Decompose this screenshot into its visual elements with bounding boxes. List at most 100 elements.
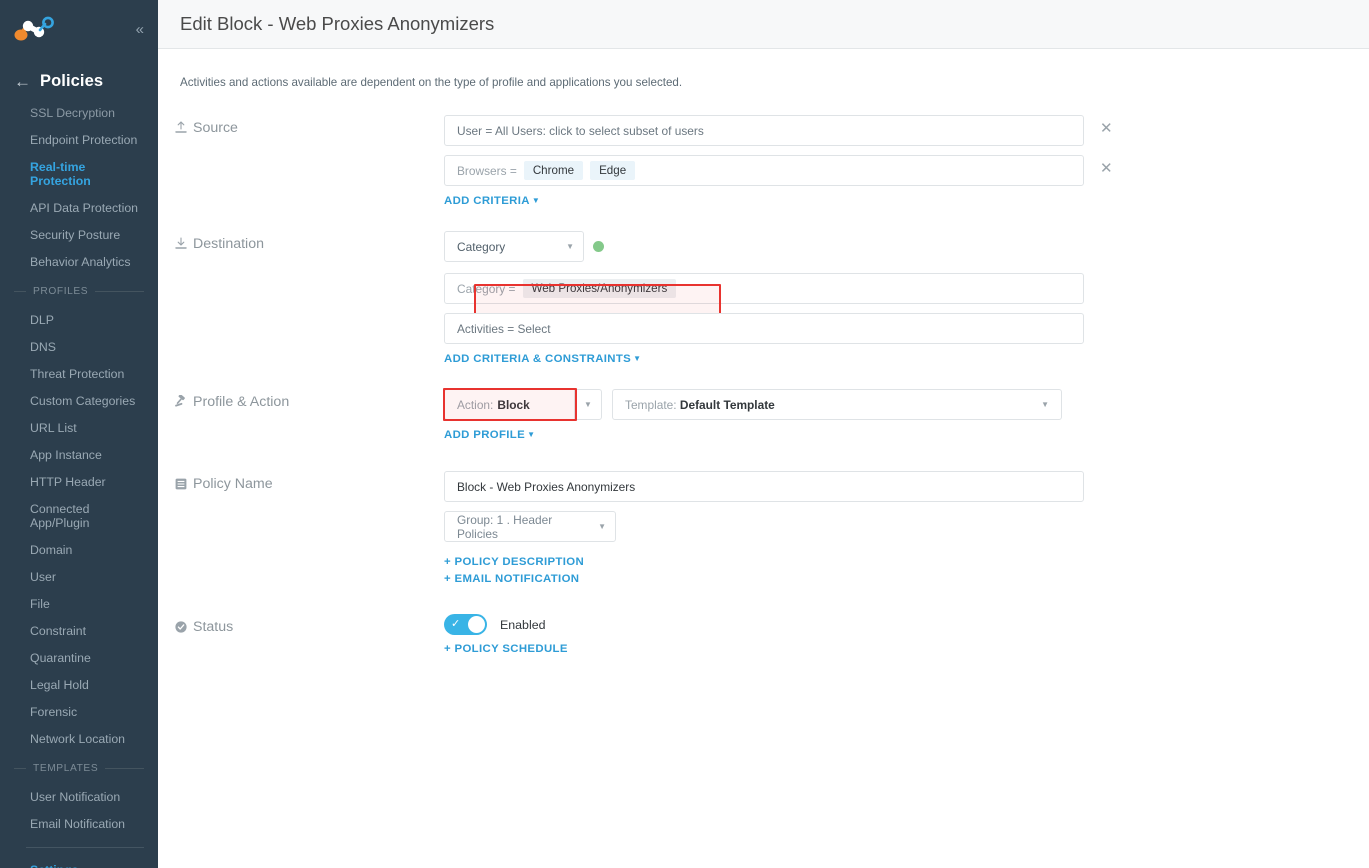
sidebar-item-behavior-analytics[interactable]: Behavior Analytics — [0, 248, 158, 275]
destination-type-select[interactable]: Category ▼ — [444, 231, 584, 262]
sidebar-item-label: File — [30, 596, 50, 611]
sidebar-item-label: Email Notification — [30, 816, 125, 831]
sidebar-group-label: TEMPLATES — [33, 763, 99, 774]
download-icon — [174, 236, 187, 251]
sidebar-item-label: HTTP Header — [30, 474, 106, 489]
sidebar-item-label: User Notification — [30, 789, 121, 804]
chevron-down-icon: ▼ — [633, 354, 642, 364]
sidebar-item-user-notification[interactable]: User Notification — [0, 783, 158, 810]
destination-fields: Category ▼ Category = Web Proxies/Anonym… — [444, 231, 1369, 367]
policy-group-value: Group: 1 . Header Policies — [457, 512, 553, 541]
chevron-down-icon: ▼ — [1041, 400, 1049, 409]
policy-name-fields: Block - Web Proxies Anonymizers Group: 1… — [444, 471, 1369, 590]
sidebar-item-settings[interactable]: Settings — [0, 856, 158, 868]
action-select-display[interactable]: Action: Block — [444, 389, 574, 420]
add-profile-label: ADD PROFILE — [444, 429, 526, 441]
policy-form: Source User = All Users: click to select… — [158, 89, 1369, 657]
sidebar-item-label: DLP — [30, 312, 54, 327]
template-select[interactable]: Template: Default Template ▼ — [612, 389, 1062, 420]
sidebar-title: Policies — [40, 72, 104, 90]
sidebar-templates-list: User Notification Email Notification — [0, 781, 158, 837]
gavel-icon — [174, 394, 187, 409]
status-label-group: Status — [174, 614, 444, 635]
sidebar-group-label: PROFILES — [33, 286, 89, 297]
sidebar-item-domain[interactable]: Domain — [0, 536, 158, 563]
chevron-down-icon: ▼ — [598, 522, 606, 531]
close-icon[interactable]: ✕ — [1100, 121, 1113, 136]
sidebar-item-http-header[interactable]: HTTP Header — [0, 468, 158, 495]
action-select[interactable]: Action: Block ▼ — [444, 389, 602, 420]
sidebar-item-network-location[interactable]: Network Location — [0, 725, 158, 752]
status-section: Status ✓ Enabled + POLICY SCHEDULE — [158, 614, 1369, 657]
sidebar-item-email-notification[interactable]: Email Notification — [0, 810, 158, 837]
add-criteria-constraints-button[interactable]: ADD CRITERIA & CONSTRAINTS ▼ — [444, 353, 641, 365]
arrow-left-icon[interactable]: ← — [14, 73, 31, 90]
status-toggle[interactable]: ✓ — [444, 614, 487, 635]
sidebar-item-quarantine[interactable]: Quarantine — [0, 644, 158, 671]
sidebar-item-file[interactable]: File — [0, 590, 158, 617]
policy-name-label-group: Policy Name — [174, 471, 444, 492]
sidebar-item-forensic[interactable]: Forensic — [0, 698, 158, 725]
sidebar-item-ssl-decryption[interactable]: SSL Decryption — [0, 99, 158, 126]
toggle-knob — [468, 616, 485, 633]
section-title-status: Status — [193, 619, 234, 635]
double-chevron-left-icon[interactable]: « — [136, 22, 144, 37]
sidebar-item-connected-app-plugin[interactable]: Connected App/Plugin — [0, 495, 158, 536]
destination-type-value: Category — [457, 239, 506, 254]
sidebar-item-label: Domain — [30, 542, 73, 557]
sidebar-item-endpoint-protection[interactable]: Endpoint Protection — [0, 126, 158, 153]
sidebar-item-custom-categories[interactable]: Custom Categories — [0, 387, 158, 414]
policy-description-button[interactable]: + POLICY DESCRIPTION — [444, 556, 1369, 568]
divider-line-left — [14, 291, 26, 292]
close-icon[interactable]: ✕ — [1100, 161, 1113, 176]
category-chip[interactable]: Web Proxies/Anonymizers — [522, 279, 677, 298]
sidebar-item-dlp[interactable]: DLP — [0, 306, 158, 333]
profile-action-section: Profile & Action Action: Block ▼ Templat… — [158, 388, 1369, 443]
browser-chip-edge[interactable]: Edge — [590, 161, 636, 180]
sidebar-item-label: Endpoint Protection — [30, 132, 138, 147]
policy-name-input[interactable]: Block - Web Proxies Anonymizers — [444, 471, 1084, 502]
sidebar-item-dns[interactable]: DNS — [0, 333, 158, 360]
destination-section: Destination Category ▼ Category = Web Pr — [158, 231, 1369, 367]
sidebar-item-real-time-protection[interactable]: Real-time Protection — [0, 153, 158, 194]
sidebar-item-user[interactable]: User — [0, 563, 158, 590]
sidebar-group-profiles: PROFILES — [0, 275, 158, 304]
sidebar-item-legal-hold[interactable]: Legal Hold — [0, 671, 158, 698]
browser-chip-chrome[interactable]: Chrome — [523, 161, 584, 180]
policy-schedule-button[interactable]: + POLICY SCHEDULE — [444, 643, 568, 655]
sidebar-item-constraint[interactable]: Constraint — [0, 617, 158, 644]
destination-activities-field[interactable]: Activities = Select — [444, 313, 1084, 344]
source-user-row: User = All Users: click to select subset… — [444, 115, 1369, 146]
chevron-down-icon[interactable]: ▼ — [574, 389, 602, 420]
profile-action-fields: Action: Block ▼ Template: Default Templa… — [443, 388, 1369, 443]
section-title-profile-action: Profile & Action — [193, 394, 290, 410]
app-root: « ← Policies SSL Decryption Endpoint Pro… — [0, 0, 1369, 868]
profile-action-label-group: Profile & Action — [174, 389, 444, 410]
source-user-field[interactable]: User = All Users: click to select subset… — [444, 115, 1084, 146]
section-title-source: Source — [193, 120, 238, 136]
source-browsers-field[interactable]: Browsers = Chrome Edge — [444, 155, 1084, 186]
sidebar-item-url-list[interactable]: URL List — [0, 414, 158, 441]
add-criteria-source-button[interactable]: ADD CRITERIA ▼ — [444, 195, 540, 207]
destination-label-group: Destination — [174, 231, 444, 252]
section-title-policy-name: Policy Name — [193, 476, 273, 492]
source-user-value: User = All Users: click to select subset… — [457, 123, 704, 138]
add-profile-button[interactable]: ADD PROFILE ▼ — [444, 429, 535, 441]
template-key: Template: — [625, 397, 677, 412]
sidebar-item-label: Security Posture — [30, 227, 121, 242]
upload-icon — [174, 120, 187, 135]
policy-name-value: Block - Web Proxies Anonymizers — [457, 479, 636, 494]
policy-group-select[interactable]: Group: 1 . Header Policies ▼ — [444, 511, 616, 542]
netskope-logo[interactable] — [10, 15, 58, 43]
policy-name-section: Policy Name Block - Web Proxies Anonymiz… — [158, 471, 1369, 590]
source-label-group: Source — [174, 115, 444, 136]
sidebar-item-security-posture[interactable]: Security Posture — [0, 221, 158, 248]
destination-category-field[interactable]: Category = Web Proxies/Anonymizers — [444, 273, 1084, 304]
sidebar-item-threat-protection[interactable]: Threat Protection — [0, 360, 158, 387]
action-key: Action: — [457, 397, 494, 412]
sidebar-item-app-instance[interactable]: App Instance — [0, 441, 158, 468]
page-header: Edit Block - Web Proxies Anonymizers — [158, 0, 1369, 49]
email-notification-button[interactable]: + EMAIL NOTIFICATION — [444, 573, 1369, 585]
sidebar-item-api-data-protection[interactable]: API Data Protection — [0, 194, 158, 221]
check-circle-icon — [174, 619, 187, 634]
